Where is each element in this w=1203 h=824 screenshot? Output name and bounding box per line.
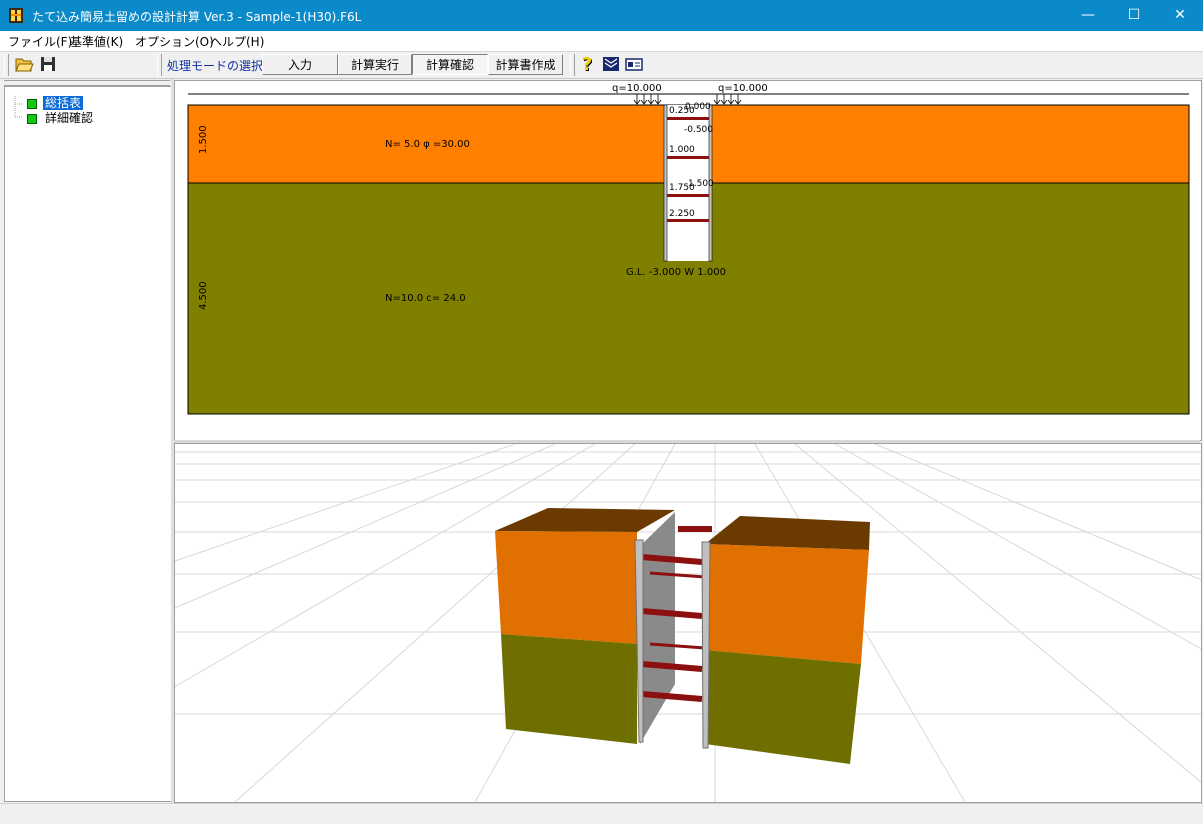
strut-4 [667, 219, 709, 222]
menu-help[interactable]: ヘルプ(H) [210, 33, 264, 50]
3d-view[interactable] [0, 443, 1203, 803]
floor-grid [0, 443, 1203, 803]
mode-run-button[interactable]: 計算実行 [338, 54, 412, 75]
mode-select-label: 処理モードの選択 [167, 59, 264, 73]
app-icon [9, 8, 23, 23]
green-square-icon [27, 98, 37, 109]
load-right-label: q=10.000 [718, 83, 768, 94]
toolbar: 処理モードの選択 入力 計算実行 計算確認 計算書作成 ? ? [0, 52, 1203, 79]
question-icon[interactable]: ? ? [578, 54, 598, 74]
menu-file[interactable]: ファイル(F) [8, 33, 72, 50]
layer-upper-label: N= 5.0 φ =30.00 [385, 139, 470, 150]
strut-1 [667, 117, 709, 120]
toolbar-grip-2[interactable] [157, 54, 162, 76]
strut-3 [667, 194, 709, 197]
load-left-label: q=10.000 [612, 83, 662, 94]
card-icon[interactable] [624, 54, 644, 74]
section-view: 1.500 4.500 N= 5.0 φ =30.00 N=10.0 c= 24… [174, 80, 1202, 441]
toolbar-grip[interactable] [4, 54, 9, 76]
left-block-top [495, 508, 675, 532]
depth-right-3: 1.500 [688, 179, 714, 189]
right-block-upper [705, 544, 869, 664]
tree-panel: 総括表 詳細確認 [4, 86, 172, 802]
right-block-top [705, 516, 870, 550]
depth-right-2: -0.500 [684, 125, 713, 135]
save-disk-icon[interactable] [38, 54, 58, 74]
mode-check-button[interactable]: 計算確認 [412, 54, 488, 75]
book-icon[interactable] [601, 54, 621, 74]
left-block-lower [501, 634, 637, 744]
excavation-wall [640, 512, 675, 744]
layer-lower-label: N=10.0 c= 24.0 [385, 293, 466, 304]
strut-2 [667, 156, 709, 159]
svg-text:?: ? [582, 54, 592, 74]
window-title: たて込み簡易土留めの設計計算 Ver.3 - Sample-1(H30).F6L [32, 10, 362, 24]
mode-report-button[interactable]: 計算書作成 [488, 54, 563, 75]
title-bar: たて込み簡易土留めの設計計算 Ver.3 - Sample-1(H30).F6L… [0, 0, 1203, 31]
layer-lower-thickness: 4.500 [198, 281, 209, 310]
close-button[interactable]: ✕ [1157, 0, 1203, 31]
3d-drawing [0, 443, 1203, 803]
section-drawing: 1.500 4.500 N= 5.0 φ =30.00 N=10.0 c= 24… [187, 83, 1190, 415]
depth-right-1: 0.000 [685, 102, 711, 112]
toolbar-grip-3[interactable] [570, 54, 575, 76]
tree-item-detail[interactable]: 詳細確認 [27, 109, 95, 126]
left-block-upper [495, 531, 637, 644]
minimize-button[interactable]: — [1065, 0, 1111, 31]
bottom-depth-label: G.L. -3.000 W 1.000 [626, 267, 726, 278]
menu-standard-values[interactable]: 基準値(K) [70, 33, 123, 50]
menu-options[interactable]: オプション(O) [135, 33, 214, 50]
menu-bar: ファイル(F) 基準値(K) オプション(O) ヘルプ(H) [0, 31, 1203, 52]
right-block-lower [705, 650, 861, 764]
maximize-button[interactable]: ☐ [1111, 0, 1157, 31]
sheet-pile-left [663, 104, 668, 262]
layer-upper-thickness: 1.500 [198, 125, 209, 154]
mode-input-button[interactable]: 入力 [262, 54, 338, 75]
status-bar [0, 803, 1203, 824]
depth-left-2: 1.000 [669, 145, 695, 155]
right-pile [701, 541, 711, 749]
folder-open-icon[interactable] [14, 54, 34, 74]
depth-left-4: 2.250 [669, 209, 695, 219]
green-square-icon [27, 113, 37, 124]
load-arrows-right [713, 94, 742, 105]
load-arrows-left [633, 94, 662, 105]
